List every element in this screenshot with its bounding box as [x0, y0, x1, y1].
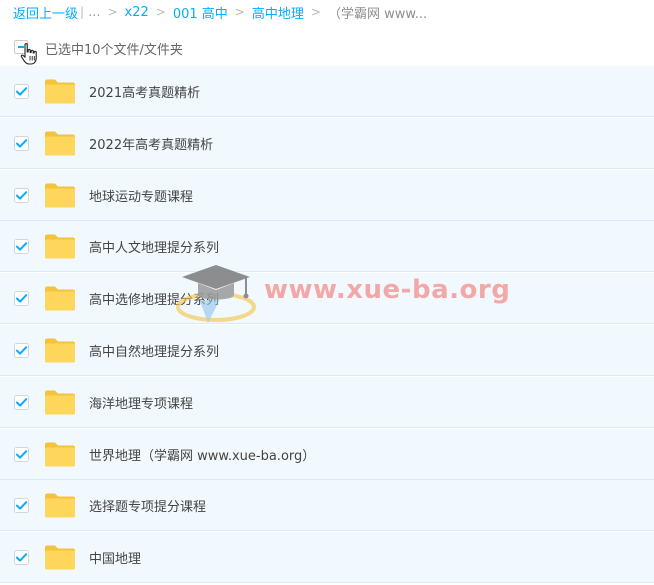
breadcrumb-item-001[interactable]: 001 高中 [173, 3, 228, 22]
row-checkbox[interactable] [14, 188, 29, 203]
file-row[interactable]: 高中自然地理提分系列 [0, 325, 654, 376]
file-row[interactable]: 世界地理（学霸网 www.xue-ba.org） [0, 429, 654, 480]
file-name[interactable]: 2021高考真题精析 [89, 82, 200, 101]
breadcrumb: 返回上一级 | ... > x22 > 001 高中 > 高中地理 > （学霸网… [13, 2, 427, 22]
breadcrumb-ellipsis[interactable]: ... [88, 5, 100, 20]
breadcrumb-separator: > [107, 5, 118, 19]
folder-icon [45, 183, 75, 208]
back-link[interactable]: 返回上一级 [13, 3, 78, 22]
folder-icon [45, 131, 75, 156]
file-name[interactable]: 高中自然地理提分系列 [89, 341, 219, 360]
checkmark-icon [14, 550, 29, 565]
selection-header: 已选中10个文件/文件夹 [0, 35, 654, 65]
file-list: 2021高考真题精析 2022年高考真题精析 地球运动专题课程高中人文地理提分系列高… [0, 66, 654, 585]
file-row[interactable]: 2021高考真题精析 [0, 66, 654, 117]
row-checkbox[interactable] [14, 447, 29, 462]
row-checkbox[interactable] [14, 136, 29, 151]
file-name[interactable]: 中国地理 [89, 548, 141, 567]
file-name[interactable]: 选择题专项提分课程 [89, 496, 206, 515]
file-row[interactable]: 2022年高考真题精析 [0, 118, 654, 169]
file-name[interactable]: 地球运动专题课程 [89, 186, 193, 205]
breadcrumb-divider: | [80, 5, 85, 19]
folder-icon [45, 493, 75, 518]
folder-icon [45, 234, 75, 259]
checkmark-icon [14, 498, 29, 513]
checkmark-icon [14, 395, 29, 410]
folder-icon [45, 286, 75, 311]
file-name[interactable]: 高中选修地理提分系列 [89, 289, 219, 308]
breadcrumb-separator: > [155, 5, 166, 19]
checkmark-icon [14, 84, 29, 99]
hand-cursor-icon [20, 43, 37, 65]
file-name[interactable]: 2022年高考真题精析 [89, 134, 213, 153]
file-browser: 返回上一级 | ... > x22 > 001 高中 > 高中地理 > （学霸网… [0, 0, 654, 585]
row-checkbox[interactable] [14, 395, 29, 410]
row-checkbox[interactable] [14, 84, 29, 99]
breadcrumb-item-geography[interactable]: 高中地理 [252, 3, 304, 22]
folder-icon [45, 338, 75, 363]
folder-icon [45, 390, 75, 415]
file-row[interactable]: 高中人文地理提分系列 [0, 221, 654, 272]
breadcrumb-item-x22[interactable]: x22 [125, 5, 149, 20]
file-row[interactable]: 选择题专项提分课程 [0, 480, 654, 531]
checkmark-icon [14, 343, 29, 358]
breadcrumb-current: （学霸网 www... [327, 6, 428, 22]
checkmark-icon [14, 291, 29, 306]
row-checkbox[interactable] [14, 239, 29, 254]
row-checkbox[interactable] [14, 498, 29, 513]
checkmark-icon [14, 239, 29, 254]
folder-icon [45, 442, 75, 467]
checkmark-icon [14, 447, 29, 462]
checkmark-icon [14, 136, 29, 151]
file-name[interactable]: 海洋地理专项课程 [89, 393, 193, 412]
file-row[interactable]: 地球运动专题课程 [0, 170, 654, 221]
row-checkbox[interactable] [14, 550, 29, 565]
row-checkbox[interactable] [14, 343, 29, 358]
breadcrumb-separator: > [310, 5, 321, 19]
checkmark-icon [14, 188, 29, 203]
row-checkbox[interactable] [14, 291, 29, 306]
selection-count-label: 已选中10个文件/文件夹 [45, 43, 183, 58]
folder-icon [45, 545, 75, 570]
file-row[interactable]: 中国地理 [0, 532, 654, 583]
file-row[interactable]: 高中选修地理提分系列 [0, 273, 654, 324]
breadcrumb-separator: > [234, 5, 245, 19]
folder-icon [45, 79, 75, 104]
file-name[interactable]: 世界地理（学霸网 www.xue-ba.org） [89, 445, 315, 464]
file-row[interactable]: 海洋地理专项课程 [0, 377, 654, 428]
file-name[interactable]: 高中人文地理提分系列 [89, 237, 219, 256]
